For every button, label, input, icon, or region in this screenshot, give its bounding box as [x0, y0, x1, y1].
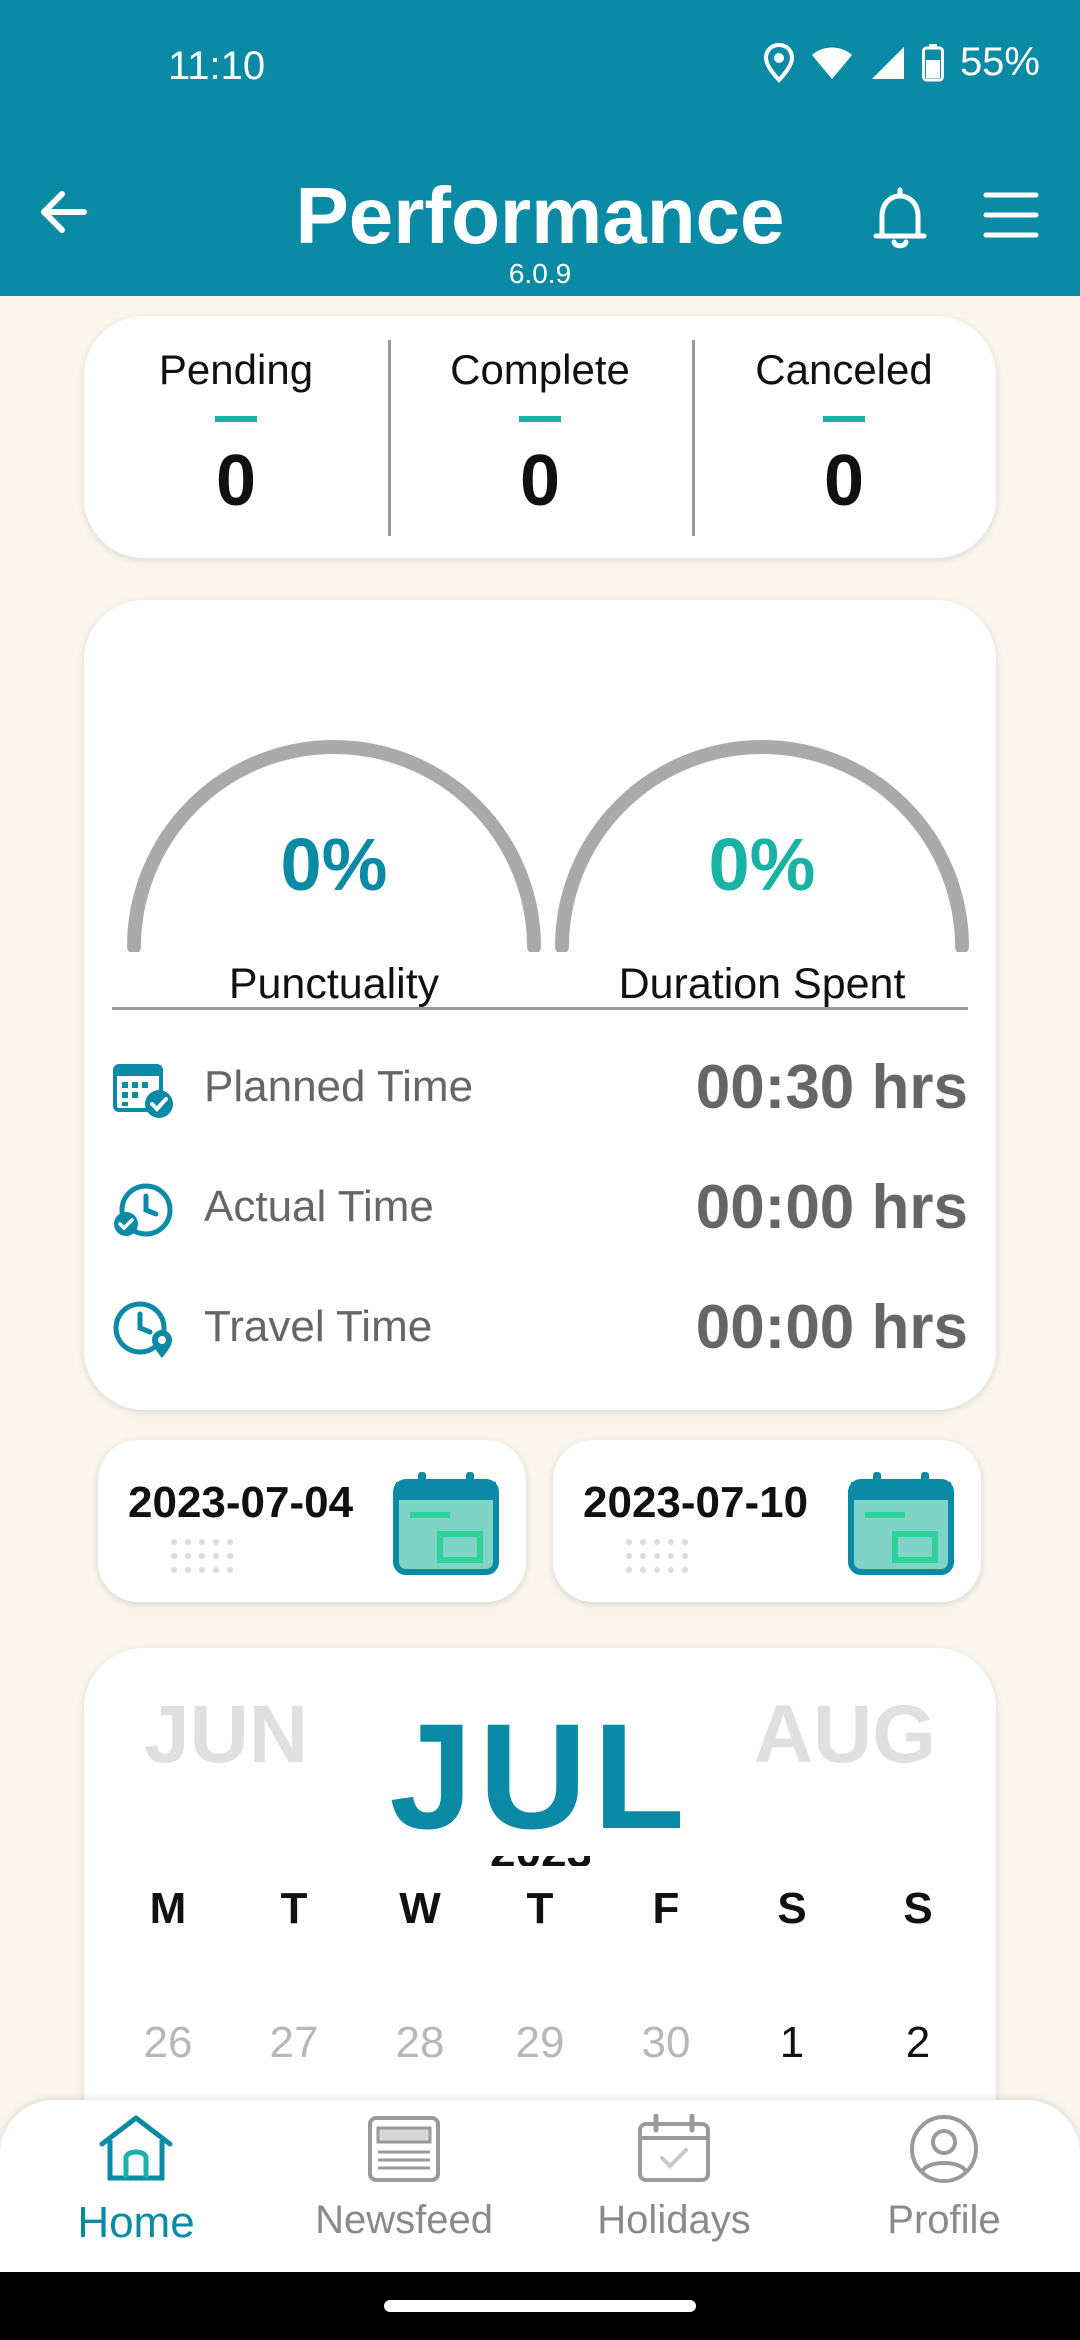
planned-time-row: Planned Time 00:30 hrs — [112, 1048, 968, 1128]
app-version: 6.0.9 — [508, 258, 572, 289]
count-pending[interactable]: Pending 0 — [84, 316, 388, 558]
planned-time-label: Planned Time — [204, 1062, 474, 1111]
year-peek: 2023 — [490, 1856, 590, 1866]
punctuality-gauge: 0% Punctuality — [124, 652, 544, 1012]
profile-icon — [910, 2115, 978, 2183]
calendar-day[interactable]: 27 — [254, 2018, 334, 2068]
actual-time-row: Actual Time 00:00 hrs — [112, 1168, 968, 1248]
planned-time-value: 00:30 hrs — [695, 1053, 968, 1122]
dots-decoration — [626, 1539, 688, 1573]
actual-time-value: 00:00 hrs — [695, 1173, 968, 1242]
gauge-arc — [127, 740, 541, 954]
count-complete[interactable]: Complete 0 — [388, 316, 692, 558]
nav-home[interactable]: Home — [26, 2114, 246, 2264]
start-date-picker[interactable]: 2023-07-04 — [98, 1440, 526, 1602]
calendar-day[interactable]: 29 — [500, 2018, 580, 2068]
nav-label: Profile — [887, 2198, 1001, 2242]
divider — [112, 1007, 968, 1010]
calendar-check-icon — [113, 1064, 173, 1118]
duration-spent-value: 0% — [708, 823, 816, 906]
weekday-label: S — [777, 1884, 807, 1933]
count-value: 0 — [519, 441, 561, 521]
calendar-day[interactable]: 26 — [128, 2018, 208, 2068]
app-bar: 11:10 55% Performance 6.0.9 — [0, 0, 1080, 296]
weekday-label: S — [903, 1884, 933, 1933]
dots-decoration — [171, 1539, 233, 1573]
notification-bell-icon[interactable] — [868, 184, 932, 252]
travel-time-label: Travel Time — [204, 1302, 433, 1351]
end-date-picker[interactable]: 2023-07-10 — [553, 1440, 981, 1602]
calendar-icon — [393, 1472, 499, 1575]
weekday-label: W — [399, 1884, 441, 1933]
calendar-icon — [848, 1472, 954, 1575]
calendar-day[interactable]: 2 — [878, 2018, 958, 2068]
travel-time-row: Travel Time 00:00 hrs — [112, 1288, 968, 1368]
count-label: Complete — [450, 346, 630, 393]
wifi-icon — [811, 47, 852, 79]
battery-percent: 55% — [959, 40, 1040, 84]
travel-time-value: 00:00 hrs — [695, 1293, 968, 1362]
nav-label: Holidays — [597, 2198, 751, 2242]
nav-profile[interactable]: Profile — [834, 2114, 1054, 2264]
nav-label: Newsfeed — [315, 2198, 493, 2242]
calendar-day[interactable]: 30 — [626, 2018, 706, 2068]
hamburger-menu-icon[interactable] — [982, 190, 1040, 240]
gesture-bar-area — [0, 2272, 1080, 2340]
nav-newsfeed[interactable]: Newsfeed — [294, 2114, 514, 2264]
bottom-navigation: Home Newsfeed Holidays Profile — [0, 2100, 1080, 2272]
punctuality-value: 0% — [280, 823, 388, 906]
duration-spent-gauge: 0% Duration Spent — [552, 652, 972, 1012]
count-underline — [215, 416, 257, 422]
weekday-label: T — [526, 1884, 554, 1933]
count-label: Pending — [158, 346, 314, 393]
home-gesture-handle[interactable] — [384, 2300, 696, 2312]
year: 2023 — [490, 1856, 590, 1866]
nav-label: Home — [77, 2198, 195, 2247]
status-counts-card: Pending 0 Complete 0 Canceled 0 — [84, 316, 996, 558]
calendar-day[interactable]: 28 — [380, 2018, 460, 2068]
home-icon — [99, 2115, 173, 2181]
clock-pin-icon — [113, 1301, 172, 1358]
count-underline — [519, 416, 561, 422]
end-date: 2023-07-10 — [583, 1478, 809, 1527]
count-value: 0 — [823, 441, 865, 521]
count-label: Canceled — [755, 346, 933, 393]
count-value: 0 — [215, 441, 257, 521]
gauge-arc — [555, 740, 969, 954]
status-icons: 55% — [763, 40, 1040, 85]
weekday-label: F — [652, 1884, 680, 1933]
count-canceled[interactable]: Canceled 0 — [692, 316, 996, 558]
location-icon — [763, 42, 794, 83]
signal-icon — [871, 46, 904, 79]
weekday-label: T — [280, 1884, 308, 1933]
punctuality-label: Punctuality — [228, 960, 440, 1008]
duration-spent-label: Duration Spent — [618, 960, 906, 1008]
nav-holidays[interactable]: Holidays — [564, 2114, 784, 2264]
status-time: 11:10 — [168, 44, 266, 88]
performance-card: 0% Punctuality 0% Duration Spent Planned… — [84, 600, 996, 1410]
next-month[interactable]: AUG — [754, 1688, 936, 1782]
count-underline — [823, 416, 865, 422]
actual-time-label: Actual Time — [204, 1182, 434, 1231]
holidays-calendar-icon — [638, 2114, 710, 2182]
calendar-day[interactable]: 1 — [752, 2018, 832, 2068]
newsfeed-icon — [368, 2116, 440, 2182]
start-date: 2023-07-04 — [128, 1478, 354, 1527]
battery-icon — [921, 43, 944, 81]
clock-check-icon — [114, 1183, 173, 1237]
weekday-label: M — [149, 1884, 187, 1933]
